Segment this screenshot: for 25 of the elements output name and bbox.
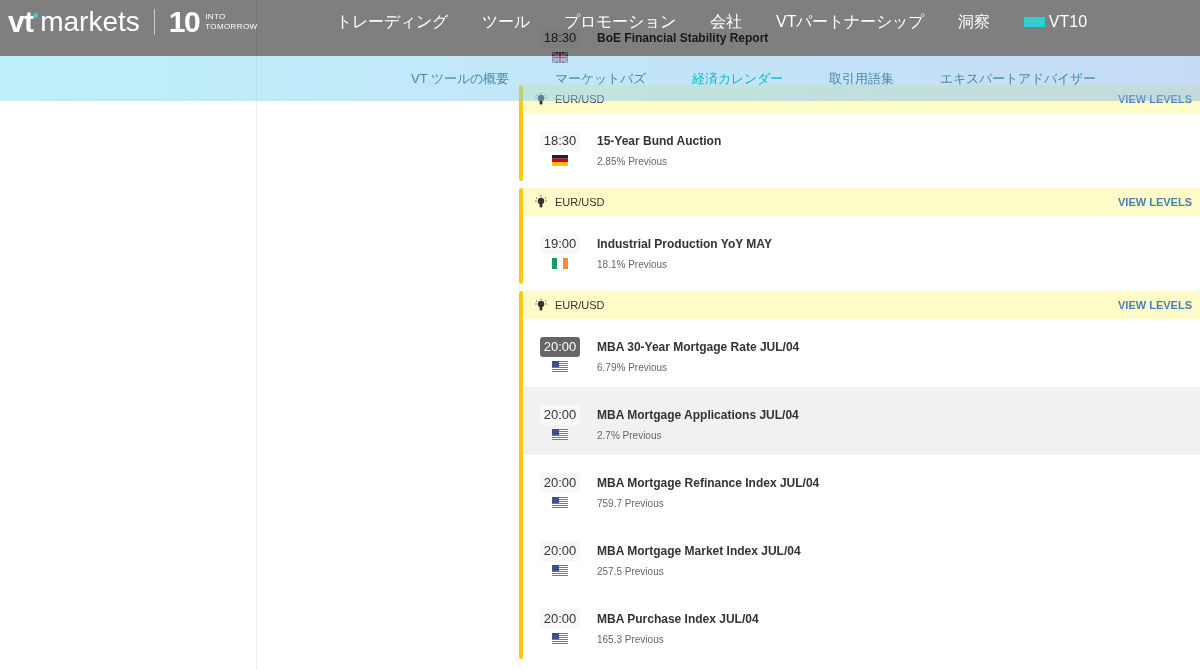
previous-value: 2.7% Previous bbox=[597, 429, 663, 443]
event-title: MBA Purchase Index JUL/04 bbox=[597, 611, 759, 628]
previous-value: 759.7 Previous bbox=[597, 497, 665, 511]
event-time: 19:00 bbox=[539, 234, 581, 254]
event-time: 20:00 bbox=[539, 337, 581, 357]
event-time: 18:30 bbox=[539, 131, 581, 151]
event-title: MBA Mortgage Market Index JUL/04 bbox=[597, 543, 801, 560]
previous-value: 18.1% Previous bbox=[597, 258, 669, 272]
event-title: MBA 30-Year Mortgage Rate JUL/04 bbox=[597, 339, 800, 356]
event-title: BoE Financial Stability Report bbox=[597, 30, 769, 47]
logo-tagline: INTO TOMORROW bbox=[205, 12, 258, 32]
event-title: Industrial Production YoY MAY bbox=[597, 236, 772, 253]
previous-value: 2.85% Previous bbox=[597, 155, 669, 169]
previous-value: 257.5 Previous bbox=[597, 565, 665, 579]
previous-value: 6.79% Previous bbox=[597, 361, 669, 375]
event-time: 20:00 bbox=[539, 473, 581, 493]
previous-value: 165.3 Previous bbox=[597, 633, 665, 647]
event-time: 20:00 bbox=[539, 609, 581, 629]
currency-pair: EUR/USD bbox=[555, 194, 605, 210]
event-title: MBA Mortgage Refinance Index JUL/04 bbox=[597, 475, 820, 492]
event-time: 20:00 bbox=[539, 541, 581, 561]
event-title: 15-Year Bund Auction bbox=[597, 133, 722, 150]
event-time: 20:00 bbox=[539, 405, 581, 425]
event-title: MBA Mortgage Applications JUL/04 bbox=[597, 407, 799, 424]
currency-pair: EUR/USD bbox=[555, 297, 605, 313]
